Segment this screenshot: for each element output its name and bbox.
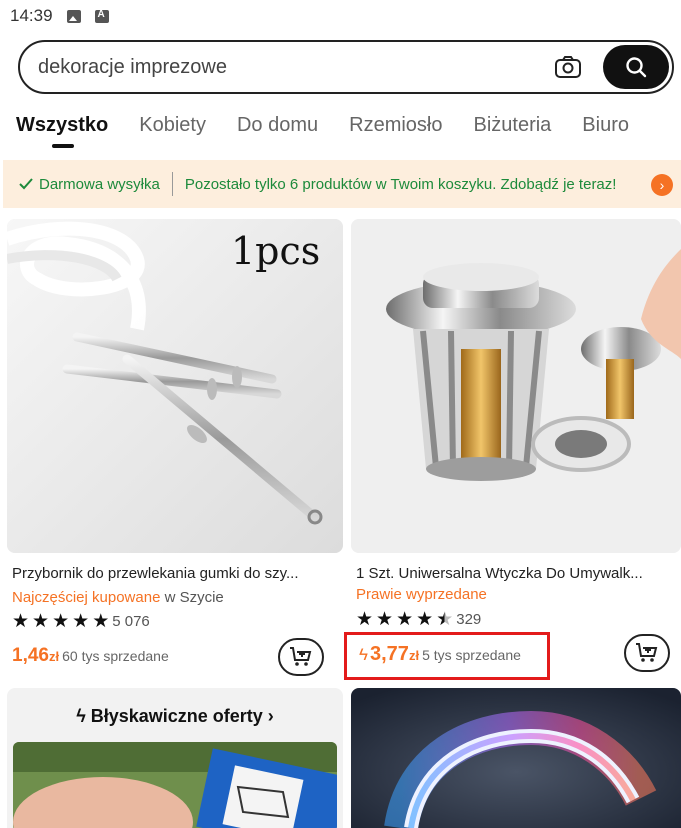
- app-notification-icon: [94, 9, 109, 23]
- star-icon: ★: [12, 611, 30, 632]
- product-title[interactable]: Przybornik do przewlekania gumki do szy.…: [12, 565, 338, 582]
- chevron-right-icon[interactable]: ›: [651, 174, 673, 196]
- flash-deal-image[interactable]: [13, 742, 337, 828]
- product-title[interactable]: 1 Szt. Uniwersalna Wtyczka Do Umywalk...: [356, 565, 681, 582]
- price-row: 1,46zł 60 tys sprzedane: [12, 645, 169, 667]
- star-icon: ★: [52, 611, 70, 632]
- category-tabs: Wszystko Kobiety Do domu Rzemiosło Biżut…: [16, 114, 660, 148]
- check-icon: [19, 178, 33, 190]
- search-bar: [18, 40, 674, 94]
- status-time: 14:39: [10, 6, 53, 25]
- star-icon: ★: [376, 609, 394, 630]
- tab-do-domu[interactable]: Do domu: [237, 114, 318, 137]
- half-star-icon: ★: [436, 609, 454, 630]
- category-suffix: w Szycie: [160, 589, 224, 606]
- product-price: 1,46zł: [12, 645, 60, 666]
- add-to-cart-button[interactable]: [278, 638, 324, 676]
- review-count: 329: [456, 611, 482, 628]
- product-image[interactable]: [351, 219, 681, 553]
- lightning-icon: ϟ: [76, 706, 91, 726]
- tab-rzemioslo[interactable]: Rzemiosło: [349, 114, 442, 137]
- tab-biuro[interactable]: Biuro: [582, 114, 629, 137]
- review-count: 5 076: [112, 613, 150, 630]
- promo-divider: [171, 172, 173, 196]
- rating: ★ ★ ★ ★ ★ 5 076: [12, 612, 150, 631]
- sold-count: 60 tys sprzedane: [62, 648, 169, 664]
- price-highlight-box: [344, 632, 550, 680]
- image-notification-icon: [66, 9, 81, 23]
- tab-bizuteria[interactable]: Biżuteria: [473, 114, 551, 137]
- product-card-sink-plug[interactable]: 1 Szt. Uniwersalna Wtyczka Do Umywalk...…: [351, 219, 681, 681]
- star-icon: ★: [356, 609, 374, 630]
- cart-plus-icon: [636, 643, 658, 662]
- free-shipping-label: Darmowa wysyłka: [19, 176, 160, 193]
- search-button[interactable]: [603, 45, 669, 89]
- rating: ★ ★ ★ ★ ★ 329: [356, 610, 481, 629]
- product-image[interactable]: 1pcs: [7, 219, 343, 553]
- add-to-cart-button[interactable]: [624, 634, 670, 672]
- star-icon: ★: [92, 611, 110, 632]
- shipping-text: Darmowa wysyłka: [39, 175, 160, 193]
- chevron-right-icon: ›: [262, 706, 274, 726]
- active-tab-indicator: [52, 144, 74, 148]
- product-tag-line: Najczęściej kupowane w Szycie: [12, 589, 224, 606]
- bestseller-tag: Najczęściej kupowane: [12, 589, 161, 606]
- flash-deals-title[interactable]: ϟ Błyskawiczne oferty ›: [7, 706, 343, 727]
- search-icon: [626, 57, 647, 78]
- status-bar: 14:39: [0, 0, 681, 32]
- free-shipping-banner[interactable]: Darmowa wysyłka Pozostało tylko 6 produk…: [3, 160, 681, 208]
- star-icon: ★: [32, 611, 50, 632]
- star-icon: ★: [396, 609, 414, 630]
- camera-search-icon[interactable]: [554, 55, 582, 79]
- image-pack-label: 1pcs: [231, 229, 321, 273]
- cart-message: Pozostało tylko 6 produktów w Twoim kosz…: [184, 175, 617, 193]
- star-icon: ★: [416, 609, 434, 630]
- tab-wszystko[interactable]: Wszystko: [16, 114, 108, 137]
- search-input[interactable]: [38, 55, 538, 79]
- star-icon: ★: [72, 611, 90, 632]
- flash-deals-card[interactable]: ϟ Błyskawiczne oferty ›: [7, 688, 343, 828]
- cart-plus-icon: [290, 647, 312, 666]
- product-card-elastic-threader[interactable]: 1pcs Przybornik do przewlekania gumki do…: [7, 219, 343, 681]
- low-stock-tag: Prawie wyprzedane: [356, 586, 487, 603]
- product-card-rgb-lamp[interactable]: [351, 688, 681, 828]
- tab-kobiety[interactable]: Kobiety: [139, 114, 206, 137]
